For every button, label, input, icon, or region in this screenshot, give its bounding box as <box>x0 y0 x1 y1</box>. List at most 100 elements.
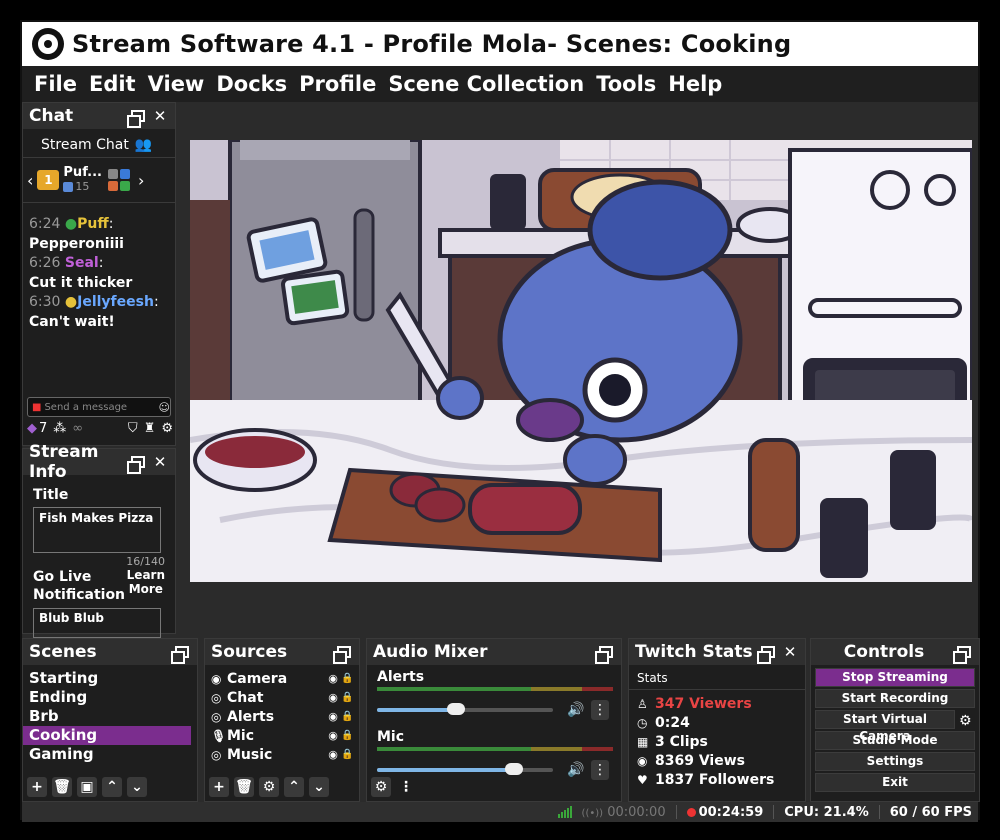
uptime-value: 0:24 <box>655 714 690 731</box>
trash-icon[interactable]: 🗑 <box>52 777 72 797</box>
message-user[interactable]: Seal <box>65 255 99 271</box>
hype-train: ‹ 1 Puf... 15 › <box>23 158 175 203</box>
char-count: 16/140 <box>126 555 165 568</box>
source-name: Camera <box>227 670 288 687</box>
chevron-down-icon[interactable]: ⌄ <box>127 777 147 797</box>
source-item[interactable]: ◎ Music ◉ 🔒 <box>205 745 359 764</box>
menu-help[interactable]: Help <box>666 72 724 96</box>
more-icon[interactable]: ⋮ <box>591 760 609 780</box>
chat-input[interactable]: ■ Send a message ☺ <box>27 397 171 417</box>
lock-icon[interactable]: 🔒 <box>341 749 353 760</box>
eye-icon[interactable]: ◉ <box>325 748 341 761</box>
badge-icon <box>119 169 130 179</box>
speaker-icon[interactable]: 🔊 <box>567 762 585 778</box>
eye-icon[interactable]: ◉ <box>325 729 341 742</box>
start-virtual-camera-button[interactable]: Start Virtual Camera <box>815 710 955 743</box>
controls-title: Controls <box>843 642 925 662</box>
channel-points-icon[interactable]: ◆ <box>27 421 37 436</box>
shield-icon[interactable]: ⛉ <box>128 421 138 436</box>
stream-preview[interactable] <box>190 140 972 582</box>
stop-streaming-button[interactable]: Stop Streaming <box>815 668 975 687</box>
add-icon[interactable]: + <box>27 777 47 797</box>
scene-item[interactable]: Brb <box>23 707 197 726</box>
close-icon[interactable]: ✕ <box>151 453 169 471</box>
studio-mode-button[interactable]: Studio Mode <box>815 731 975 750</box>
trash-icon[interactable]: 🗑 <box>234 777 254 797</box>
volume-slider[interactable] <box>377 763 553 775</box>
menu-tools[interactable]: Tools <box>594 72 658 96</box>
gear-icon[interactable]: ⚙ <box>161 421 173 436</box>
menu-docks[interactable]: Docks <box>214 72 289 96</box>
live-dot-icon <box>686 807 696 817</box>
message-time: 6:24 <box>29 216 61 232</box>
source-item[interactable]: ◎ Chat ◉ 🔒 <box>205 688 359 707</box>
undock-icon[interactable] <box>171 643 191 664</box>
bits-icon[interactable]: ⁂ <box>53 421 66 436</box>
title-field[interactable]: Fish Makes Pizza <box>33 507 161 553</box>
undock-icon[interactable] <box>595 643 615 664</box>
notification-field[interactable]: Blub Blub <box>33 608 161 638</box>
source-item[interactable]: ◎ Alerts ◉ 🔒 <box>205 707 359 726</box>
gear-icon[interactable]: ⚙ <box>371 777 391 797</box>
gear-icon[interactable]: ⚙ <box>259 777 279 797</box>
stats-label: Stats <box>629 665 805 690</box>
lock-icon[interactable]: 🔒 <box>341 673 353 684</box>
eye-icon[interactable]: ◉ <box>325 672 341 685</box>
scene-item[interactable]: Gaming <box>23 745 197 764</box>
stream-info-panel: Stream Info ✕ Title Fish Makes Pizza 16/… <box>22 442 176 638</box>
speaker-icon[interactable]: 🔊 <box>567 702 585 718</box>
message-user[interactable]: Puff <box>77 216 109 232</box>
eye-icon[interactable]: ◉ <box>325 691 341 704</box>
filter-icon[interactable]: ▣ <box>77 777 97 797</box>
more-icon[interactable]: ⋮ <box>396 777 416 797</box>
add-icon[interactable]: + <box>209 777 229 797</box>
more-icon[interactable]: ⋮ <box>591 700 609 720</box>
eye-icon[interactable]: ◉ <box>325 710 341 723</box>
lock-icon[interactable]: 🔒 <box>341 730 353 741</box>
chevron-down-icon[interactable]: ⌄ <box>309 777 329 797</box>
lock-icon[interactable]: 🔒 <box>341 711 353 722</box>
menu-profile[interactable]: Profile <box>297 72 378 96</box>
undock-icon[interactable] <box>127 453 147 474</box>
gear-icon[interactable]: ⚙ <box>959 713 972 729</box>
camera-icon: ◉ <box>211 671 222 686</box>
close-icon[interactable]: ✕ <box>781 643 799 661</box>
infinity-icon[interactable]: ∞ <box>72 421 83 436</box>
menu-edit[interactable]: Edit <box>87 72 138 96</box>
stream-chat-label: Stream Chat <box>41 137 129 153</box>
learn-more-line2: More <box>128 582 163 596</box>
preview-illustration <box>190 140 972 582</box>
scene-item[interactable]: Ending <box>23 688 197 707</box>
menu-view[interactable]: View <box>146 72 207 96</box>
menu-file[interactable]: File <box>32 72 79 96</box>
undock-icon[interactable] <box>127 107 147 128</box>
undock-icon[interactable] <box>953 643 973 664</box>
menu-bar: File Edit View Docks Profile Scene Colle… <box>22 66 978 102</box>
scene-item[interactable]: Starting <box>23 669 197 688</box>
lock-icon[interactable]: 🔒 <box>341 692 353 703</box>
settings-button[interactable]: Settings <box>815 752 975 771</box>
scenes-title: Scenes <box>29 642 97 662</box>
sources-title: Sources <box>211 642 288 662</box>
volume-slider[interactable] <box>377 703 553 715</box>
clips-stat: ▦ 3 Clips <box>629 732 805 751</box>
badge-icon: ● <box>64 216 78 232</box>
chevron-left-icon[interactable]: ‹ <box>27 171 33 190</box>
undock-icon[interactable] <box>333 643 353 664</box>
scene-item-active[interactable]: Cooking <box>23 726 191 745</box>
chevron-right-icon[interactable]: › <box>138 171 144 190</box>
start-recording-button[interactable]: Start Recording <box>815 689 975 708</box>
users-icon[interactable]: 👥 <box>135 137 152 153</box>
source-item[interactable]: ◉ Camera ◉ 🔒 <box>205 669 359 688</box>
learn-more-link[interactable]: Learn More <box>127 568 165 596</box>
mod-icon[interactable]: ♜ <box>144 421 156 436</box>
chevron-up-icon[interactable]: ⌃ <box>102 777 122 797</box>
close-icon[interactable]: ✕ <box>151 107 169 125</box>
menu-scene-collection[interactable]: Scene Collection <box>386 72 586 96</box>
message-user[interactable]: Jellyfeesh <box>77 294 154 310</box>
exit-button[interactable]: Exit <box>815 773 975 792</box>
source-item[interactable]: 🎙 Mic ◉ 🔒 <box>205 726 359 745</box>
emote-icon[interactable]: ☺ <box>159 401 170 414</box>
chevron-up-icon[interactable]: ⌃ <box>284 777 304 797</box>
undock-icon[interactable] <box>757 643 777 664</box>
